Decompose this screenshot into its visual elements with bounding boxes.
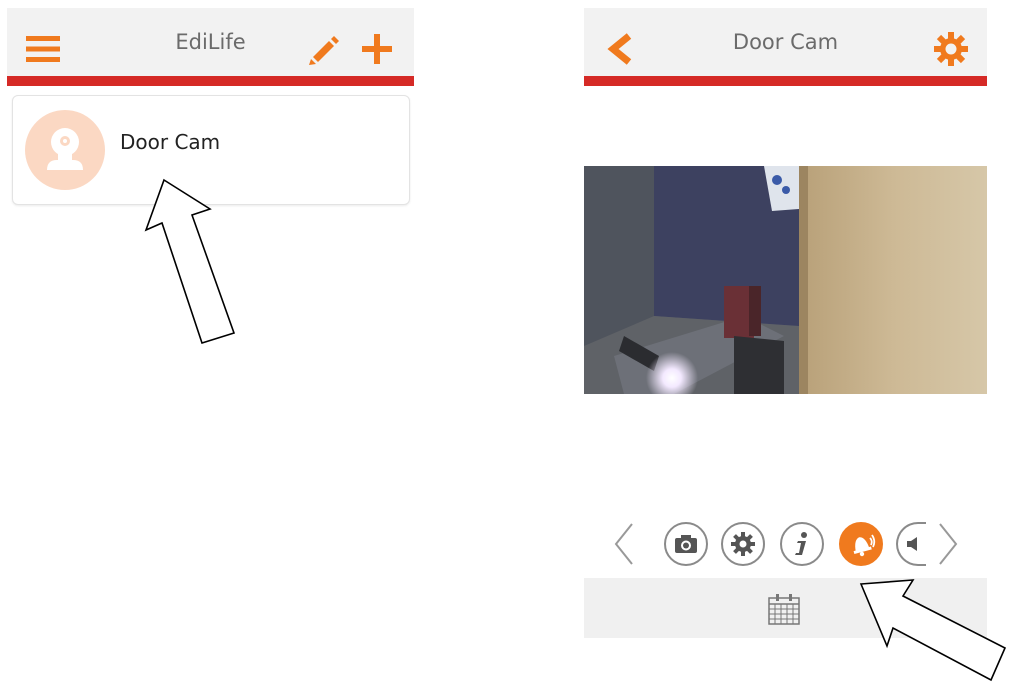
doorbell-alert-button[interactable] [839,522,883,566]
chevron-left-icon[interactable] [612,521,636,567]
live-video-feed[interactable] [584,166,987,394]
header-accent-bar [7,76,414,86]
pencil-icon [309,36,339,65]
pointer-arrow-icon [144,178,236,344]
info-button[interactable] [780,522,824,566]
pointer-arrow-icon [859,579,1007,682]
plus-icon [362,34,392,64]
edit-button[interactable] [301,25,345,73]
add-device-button[interactable] [355,25,399,73]
snapshot-button[interactable] [664,522,708,566]
gear-icon [934,32,968,66]
header-accent-bar [584,76,987,86]
app-title: EdiLife [175,30,246,54]
bell-icon [853,534,876,557]
camera-scene [584,166,987,394]
device-header: Door Cam [584,8,987,76]
device-settings-button[interactable] [721,522,765,566]
chevron-right-icon[interactable] [936,521,960,567]
settings-icon [731,532,755,556]
speaker-icon [907,537,917,551]
device-title: Door Cam [732,30,839,54]
app-header: EdiLife [7,8,414,76]
device-name: Door Cam [120,130,221,154]
calendar-icon[interactable] [767,593,801,625]
control-toolbar [584,515,987,573]
speaker-button[interactable] [896,522,926,566]
camera-icon [675,535,697,553]
info-icon [795,532,807,555]
settings-button[interactable] [929,25,973,73]
camera-avatar-icon [25,110,105,190]
